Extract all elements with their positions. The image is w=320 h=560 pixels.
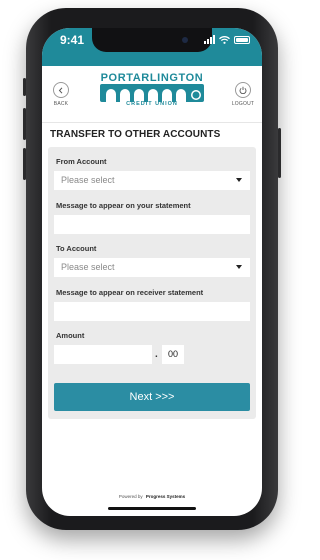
status-icons xyxy=(204,35,250,44)
back-label: BACK xyxy=(53,101,69,107)
phone-frame: 9:41 BACK PORTARLINGTON CREDIT UNION LOG… xyxy=(23,8,281,530)
silent-switch xyxy=(23,78,26,96)
from-account-select[interactable]: Please select xyxy=(54,171,250,190)
statement-message-input[interactable] xyxy=(54,215,250,234)
to-account-value: Please select xyxy=(61,262,115,272)
caret-down-icon xyxy=(236,265,242,269)
notch xyxy=(92,28,212,52)
logout-button[interactable]: LOGOUT xyxy=(226,82,260,107)
power-button xyxy=(278,128,281,178)
from-account-value: Please select xyxy=(61,175,115,185)
transfer-form: From Account Please select Message to ap… xyxy=(48,147,256,419)
powered-by-company: Progress Systems xyxy=(145,494,186,499)
receiver-message-input[interactable] xyxy=(54,302,250,321)
statement-message-label: Message to appear on your statement xyxy=(56,201,191,210)
home-indicator[interactable] xyxy=(108,507,196,510)
bridge-arches-logo-graphic xyxy=(100,84,204,102)
credit-union-logo: PORTARLINGTON CREDIT UNION xyxy=(92,72,212,116)
page-title: TRANSFER TO OTHER ACCOUNTS xyxy=(50,129,221,140)
to-account-select[interactable]: Please select xyxy=(54,258,250,277)
amount-label: Amount xyxy=(56,331,85,340)
signal-bars-icon xyxy=(204,35,215,44)
battery-icon xyxy=(234,35,250,44)
logo-name: PORTARLINGTON xyxy=(100,72,204,84)
amount-whole-input[interactable] xyxy=(54,345,152,364)
next-button[interactable]: Next >>> xyxy=(54,383,250,411)
from-account-label: From Account xyxy=(56,157,107,166)
amount-decimal-separator: . xyxy=(155,349,158,360)
wifi-icon xyxy=(219,35,230,44)
power-icon xyxy=(235,82,251,98)
app-screen: 9:41 BACK PORTARLINGTON CREDIT UNION LOG… xyxy=(42,28,262,516)
caret-down-icon xyxy=(236,178,242,182)
volume-up-button xyxy=(23,108,26,140)
receiver-message-label: Message to appear on receiver statement xyxy=(56,288,204,297)
logout-label: LOGOUT xyxy=(231,101,255,107)
status-bar: 9:41 xyxy=(42,28,262,66)
status-time: 9:41 xyxy=(60,33,85,47)
to-account-label: To Account xyxy=(56,244,97,253)
app-header: BACK PORTARLINGTON CREDIT UNION LOGOUT xyxy=(42,66,262,123)
volume-down-button xyxy=(23,148,26,180)
amount-cents-input[interactable]: 00 xyxy=(162,345,184,364)
powered-by-footer: Powered by Progress Systems xyxy=(42,494,262,499)
chevron-left-icon xyxy=(53,82,69,98)
back-button[interactable]: BACK xyxy=(44,82,78,107)
powered-by-text: Powered by xyxy=(118,494,143,499)
front-camera xyxy=(182,37,188,43)
logo-subtitle: CREDIT UNION xyxy=(126,101,178,107)
